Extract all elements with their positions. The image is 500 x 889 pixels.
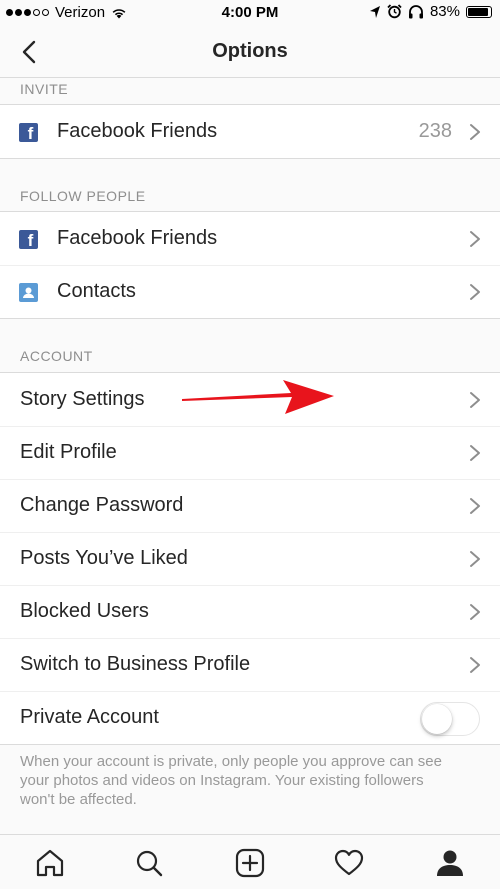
- facebook-icon: f: [19, 230, 38, 249]
- back-button[interactable]: [14, 37, 44, 67]
- row-label: Edit Profile: [20, 441, 117, 463]
- red-arrow-annotation-icon: [182, 380, 334, 414]
- location-arrow-icon: [369, 5, 380, 18]
- tab-new-post[interactable]: [233, 847, 267, 879]
- row-label: Contacts: [57, 280, 136, 302]
- chevron-right-icon: [470, 231, 480, 247]
- tab-activity[interactable]: [332, 847, 366, 879]
- row-label: Facebook Friends: [57, 120, 218, 142]
- follow-facebook-friends-row[interactable]: f Facebook Friends: [0, 212, 500, 265]
- row-label: Facebook Friends: [57, 227, 218, 249]
- private-account-toggle[interactable]: [420, 702, 480, 736]
- invite-group: f Facebook Friends 238: [0, 104, 500, 159]
- status-right: 83%: [369, 3, 492, 20]
- chevron-right-icon: [470, 604, 480, 620]
- posts-liked-row[interactable]: Posts You’ve Liked: [0, 532, 500, 585]
- follow-people-group: f Facebook Friends Contacts: [0, 211, 500, 319]
- chevron-right-icon: [470, 392, 480, 408]
- alarm-icon: [387, 4, 402, 19]
- tab-bar: [0, 834, 500, 889]
- follow-contacts-row[interactable]: Contacts: [0, 265, 500, 318]
- status-bar: Verizon 4:00 PM 83%: [0, 0, 500, 26]
- chevron-right-icon: [470, 551, 480, 567]
- edit-profile-row[interactable]: Edit Profile: [0, 426, 500, 479]
- chevron-right-icon: [470, 284, 480, 300]
- private-account-row: Private Account: [0, 691, 500, 744]
- private-account-note: When your account is private, only peopl…: [20, 753, 442, 808]
- profile-icon: [437, 850, 463, 876]
- chevron-right-icon: [470, 445, 480, 461]
- battery-percentage: 83%: [429, 3, 460, 20]
- chevron-right-icon: [470, 498, 480, 514]
- row-label: Switch to Business Profile: [20, 653, 251, 675]
- row-label: Change Password: [20, 494, 184, 516]
- switch-business-profile-row[interactable]: Switch to Business Profile: [0, 638, 500, 691]
- toggle-knob: [422, 704, 452, 734]
- row-label: Posts You’ve Liked: [20, 547, 188, 569]
- row-label: Private Account: [20, 706, 159, 728]
- facebook-icon: f: [19, 123, 38, 142]
- tab-home[interactable]: [33, 847, 67, 879]
- section-header-invite: INVITE: [20, 81, 69, 97]
- heart-icon: [334, 849, 364, 876]
- section-header-account: ACCOUNT: [20, 348, 93, 364]
- tab-profile[interactable]: [433, 847, 467, 879]
- home-icon: [36, 849, 64, 877]
- chevron-right-icon: [470, 657, 480, 673]
- chevron-left-icon: [22, 40, 36, 64]
- account-group: Story Settings Edit Profile Change Passw…: [0, 372, 500, 745]
- row-label: Story Settings: [20, 388, 145, 410]
- change-password-row[interactable]: Change Password: [0, 479, 500, 532]
- nav-header: Options: [0, 26, 500, 78]
- battery-icon: [466, 5, 492, 18]
- search-icon: [136, 850, 163, 877]
- tab-search[interactable]: [132, 847, 166, 879]
- contacts-icon: [19, 283, 38, 302]
- add-post-icon: [235, 848, 265, 878]
- page-title: Options: [212, 40, 288, 62]
- invite-facebook-friends-row[interactable]: f Facebook Friends 238: [0, 105, 500, 158]
- chevron-right-icon: [470, 124, 480, 140]
- row-label: Blocked Users: [20, 600, 149, 622]
- headphones-icon: [408, 4, 423, 18]
- blocked-users-row[interactable]: Blocked Users: [0, 585, 500, 638]
- section-header-follow-people: FOLLOW PEOPLE: [20, 188, 146, 204]
- facebook-friends-count: 238: [418, 120, 452, 142]
